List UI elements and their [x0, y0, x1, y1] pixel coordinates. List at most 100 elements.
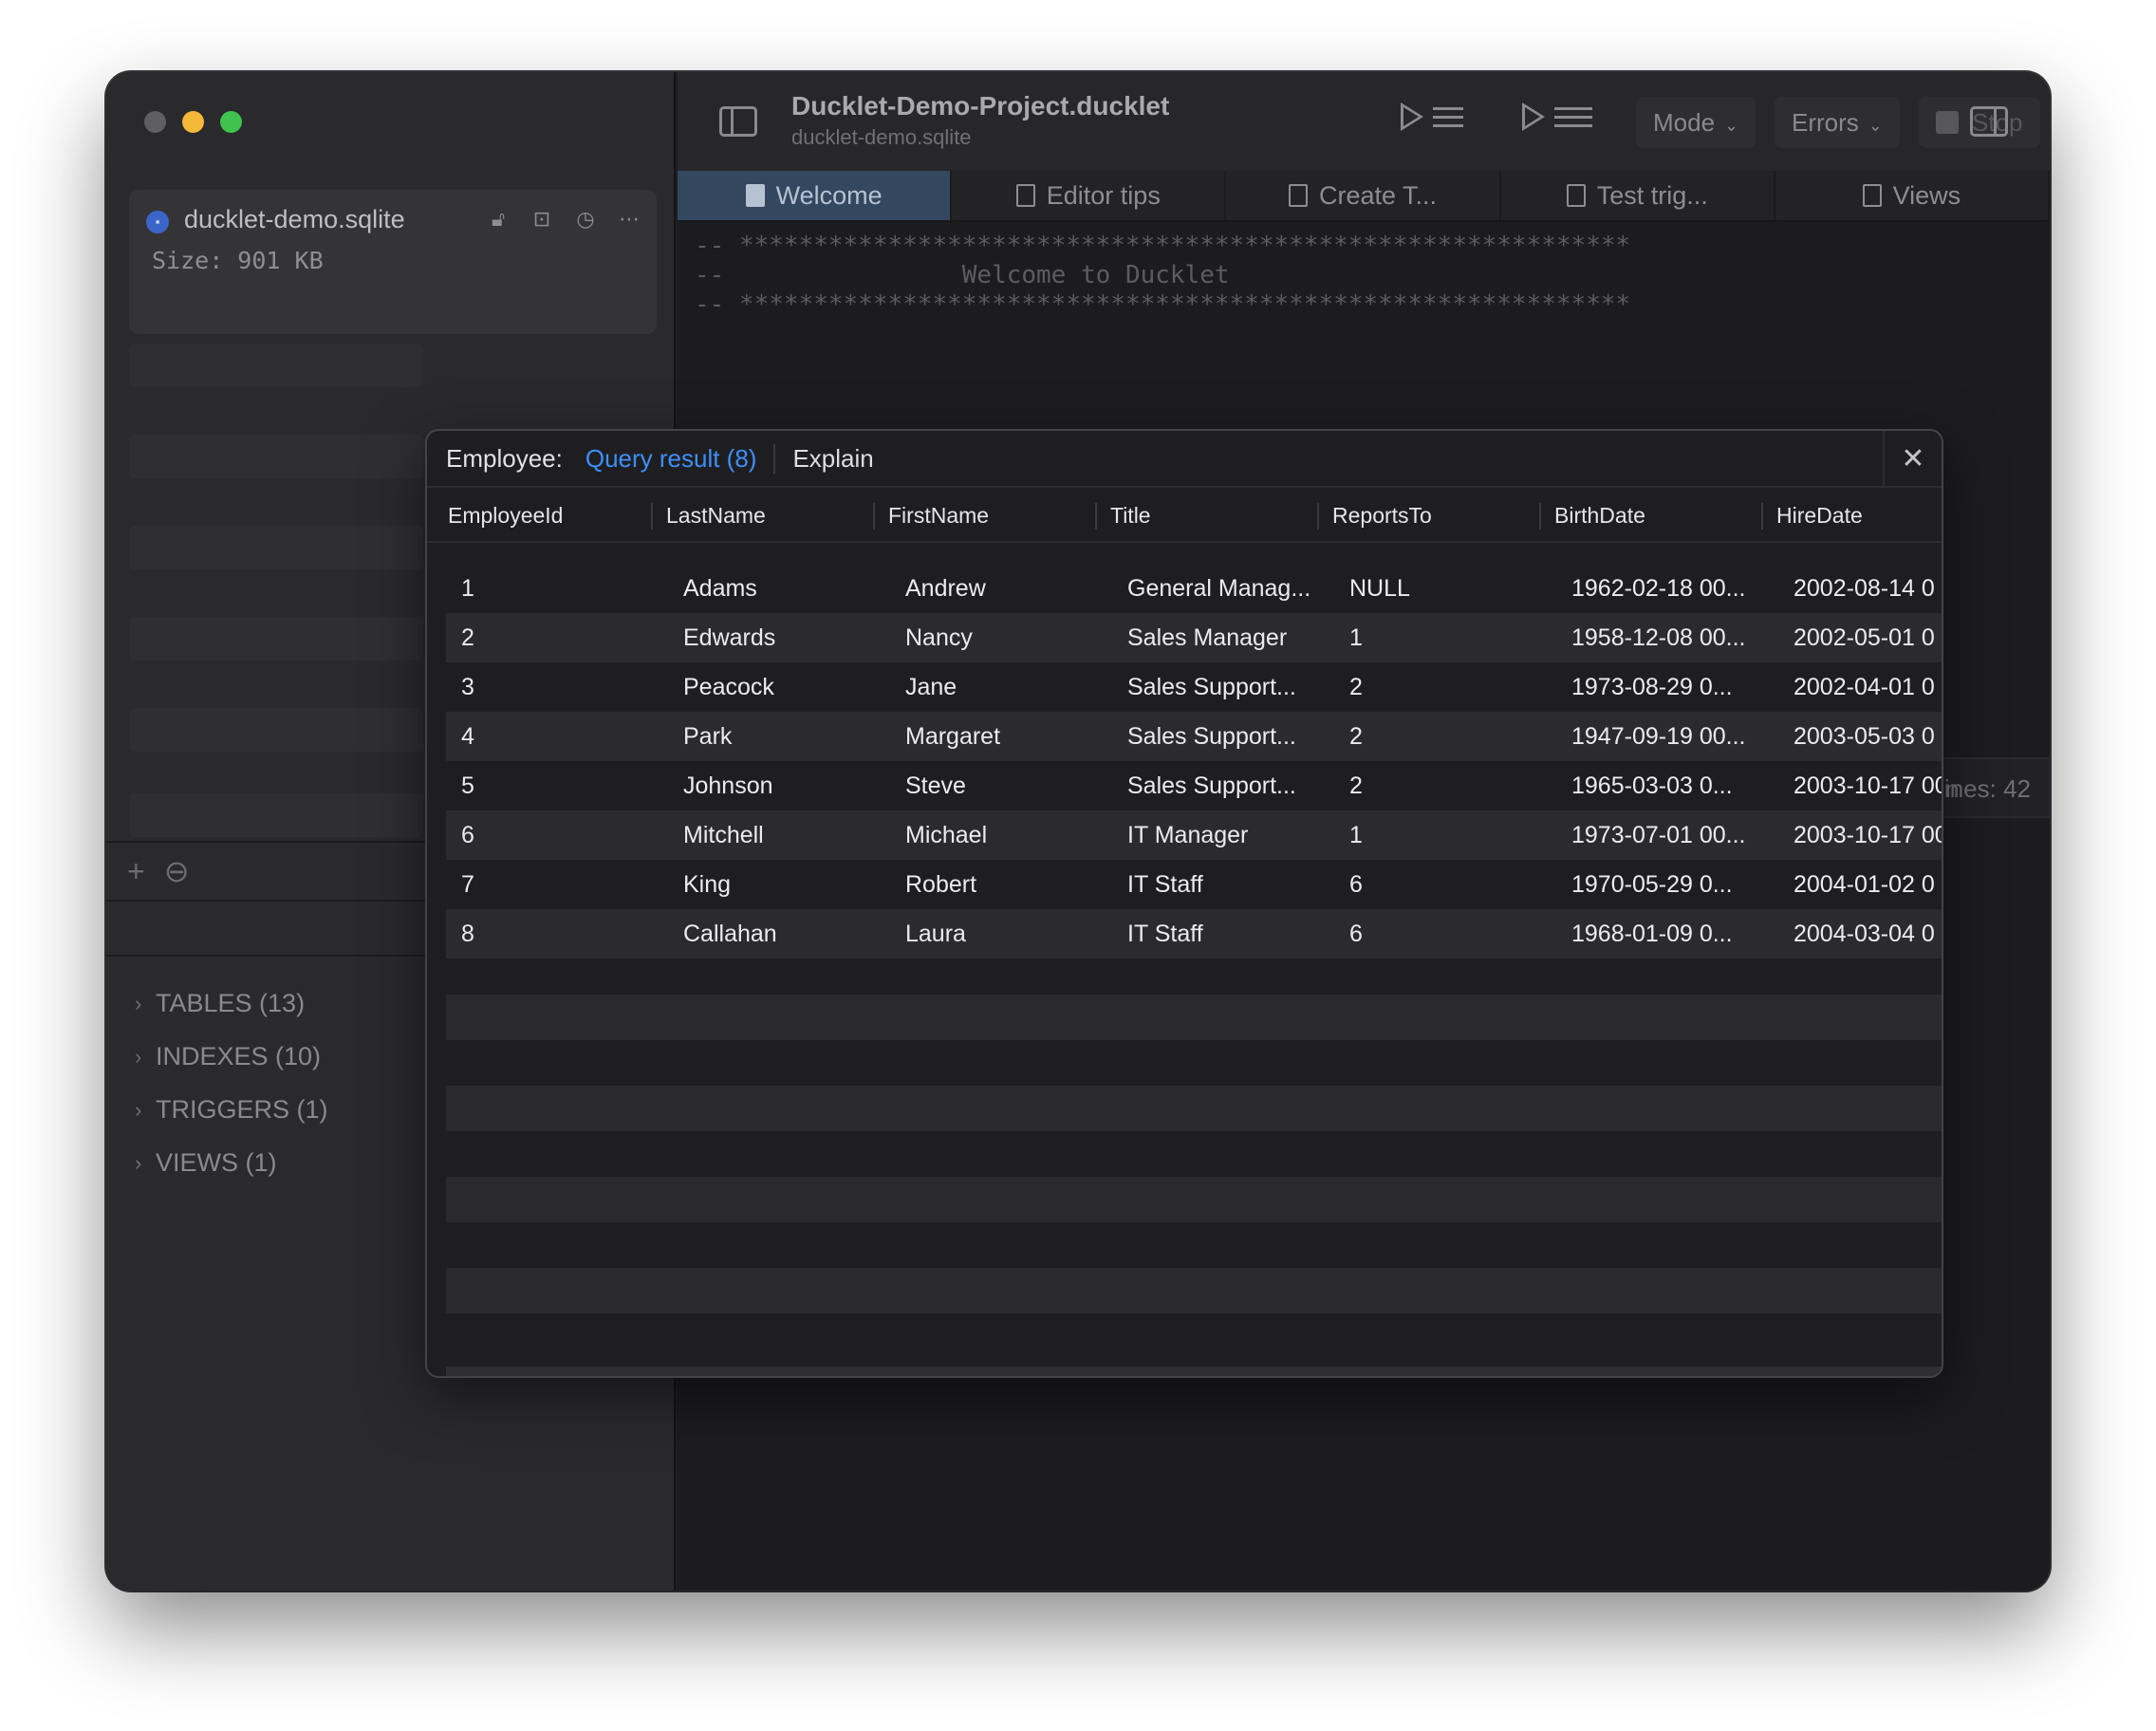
table-cell: Callahan [683, 920, 777, 947]
tab-query-result[interactable]: Query result (8) [585, 443, 776, 474]
table-cell: 1970-05-29 0... [1571, 870, 1733, 898]
database-card[interactable]: ▪ ducklet-demo.sqlite Size: 901 KB 🔓︎ ⊡ … [129, 190, 657, 334]
table-row[interactable]: 7 King Robert IT Staff 6 1970-05-29 0... 2004-… [446, 860, 1942, 909]
column-header[interactable]: EmployeeId [429, 488, 651, 541]
tab-editor-tips[interactable]: Editor tips [952, 171, 1227, 220]
empty-row [446, 1177, 1942, 1222]
empty-row [446, 1086, 1942, 1131]
table-cell: Robert [905, 870, 977, 898]
empty-row [446, 995, 1942, 1040]
table-cell: 7 [461, 870, 474, 898]
sql-editor[interactable]: -- *************************************… [695, 232, 1630, 320]
tab-label: Editor tips [1046, 180, 1161, 210]
errors-dropdown[interactable]: Errors ⌄ [1775, 97, 1900, 148]
unlock-icon[interactable]: 🔓︎ [484, 205, 512, 233]
close-icon[interactable]: ✕ [1883, 431, 1942, 488]
zoom-window-button[interactable] [220, 111, 242, 133]
table-row[interactable]: 1 Adams Andrew General Manag... NULL 1962-02-… [446, 564, 1942, 613]
tab-views[interactable]: Views [1775, 171, 2050, 220]
table-cell: IT Staff [1127, 870, 1203, 898]
table-cell: 1947-09-19 00... [1571, 722, 1746, 750]
section-indexes[interactable]: › INDEXES (10) [135, 1042, 321, 1071]
table-cell: 2003-10-17 00 [1794, 821, 1943, 848]
list-placeholder [129, 617, 423, 661]
table-cell: Nancy [905, 624, 973, 651]
table-header: EmployeeId LastName FirstName Title ReportsT… [427, 488, 1942, 543]
tab-create-table[interactable]: Create T... [1226, 171, 1501, 220]
table-body: 1 Adams Andrew General Manag... NULL 1962-02-… [446, 564, 1942, 959]
column-header[interactable]: HireDate [1761, 488, 1942, 541]
table-cell: General Manag... [1127, 574, 1311, 602]
list-placeholder [129, 435, 423, 478]
column-header[interactable]: BirthDate [1539, 488, 1761, 541]
column-header[interactable]: Title [1095, 488, 1317, 541]
document-icon [1015, 184, 1035, 207]
document-icon [1862, 184, 1882, 207]
table-cell: Andrew [905, 574, 986, 602]
table-row[interactable]: 2 Edwards Nancy Sales Manager 1 1958-12-08 00… [446, 613, 1942, 662]
tab-test-trigger[interactable]: Test trig... [1501, 171, 1775, 220]
inspector-toggle-icon[interactable] [1970, 106, 2008, 137]
table-cell: Margaret [905, 722, 1001, 750]
all-lines-icon [1554, 106, 1592, 127]
table-cell: 1958-12-08 00... [1571, 624, 1746, 651]
section-label: VIEWS (1) [156, 1148, 277, 1177]
table-cell: Sales Support... [1127, 722, 1296, 750]
column-header[interactable]: ReportsTo [1317, 488, 1539, 541]
tab-explain[interactable]: Explain [775, 444, 873, 474]
add-icon[interactable]: + [127, 856, 145, 886]
play-icon [1401, 102, 1423, 131]
table-cell: 8 [461, 920, 474, 947]
table-row[interactable]: 3 Peacock Jane Sales Support... 2 1973-08-29 … [446, 662, 1942, 712]
horizontal-scrollbar[interactable] [446, 1367, 1942, 1376]
table-cell: King [683, 870, 732, 898]
table-cell: 1965-03-03 0... [1571, 772, 1733, 799]
column-header[interactable]: FirstName [873, 488, 1095, 541]
run-statement-button[interactable] [1401, 102, 1463, 131]
table-cell: Sales Manager [1127, 624, 1288, 651]
project-subtitle: ducklet-demo.sqlite [791, 125, 972, 149]
table-row[interactable]: 5 Johnson Steve Sales Support... 2 1965-03-03… [446, 761, 1942, 810]
table-cell: 2003-10-17 00 [1794, 772, 1943, 799]
database-tools: 🔓︎ ⊡ ◷ ⋯ [484, 205, 643, 233]
table-cell: IT Manager [1127, 821, 1249, 848]
remove-icon[interactable]: ⊖ [164, 856, 190, 886]
document-icon [745, 184, 765, 207]
table-row[interactable]: 8 Callahan Laura IT Staff 6 1968-01-09 0... 20… [446, 909, 1942, 959]
more-icon[interactable]: ⋯ [615, 205, 643, 233]
table-row[interactable]: 4 Park Margaret Sales Support... 2 1947-09-19… [446, 712, 1942, 761]
entity-label: Employee: [446, 443, 563, 473]
database-file-icon: ▪ [146, 211, 169, 233]
table-cell: Johnson [683, 772, 773, 799]
list-placeholder [129, 344, 423, 387]
table-cell: 2003-05-03 0 [1794, 722, 1935, 750]
section-views[interactable]: › VIEWS (1) [135, 1148, 277, 1178]
editor-line: -- *************************************… [695, 290, 1631, 319]
list-placeholder [129, 526, 423, 569]
table-row[interactable]: 6 Mitchell Michael IT Manager 1 1973-07-01 00… [446, 810, 1942, 860]
minimize-window-button[interactable] [182, 111, 204, 133]
run-all-button[interactable] [1522, 102, 1592, 131]
tab-label: Views [1892, 180, 1961, 210]
close-window-button[interactable] [144, 111, 166, 133]
inspect-icon[interactable]: ⊡ [528, 205, 556, 233]
table-cell: 2 [1349, 722, 1363, 750]
column-header[interactable]: LastName [651, 488, 873, 541]
tab-bar: Welcome Editor tips Create T... Test tri… [678, 171, 2050, 222]
table-cell: Sales Support... [1127, 772, 1296, 799]
section-triggers[interactable]: › TRIGGERS (1) [135, 1095, 328, 1125]
table-cell: 1973-07-01 00... [1571, 821, 1746, 848]
table-cell: 1 [1349, 624, 1363, 651]
mode-dropdown[interactable]: Mode ⌄ [1636, 97, 1756, 148]
tab-label: Welcome [775, 180, 883, 210]
table-cell: 2002-04-01 0 [1794, 673, 1935, 700]
section-tables[interactable]: › TABLES (13) [135, 989, 305, 1018]
table-cell: 1962-02-18 00... [1571, 574, 1746, 602]
clock-icon[interactable]: ◷ [571, 205, 600, 233]
section-label: TRIGGERS (1) [156, 1095, 328, 1124]
sidebar-toggle-icon[interactable] [719, 106, 757, 137]
table-cell: 5 [461, 772, 474, 799]
tab-welcome[interactable]: Welcome [678, 171, 953, 220]
section-label: TABLES (13) [156, 989, 306, 1017]
table-cell: IT Staff [1127, 920, 1203, 947]
